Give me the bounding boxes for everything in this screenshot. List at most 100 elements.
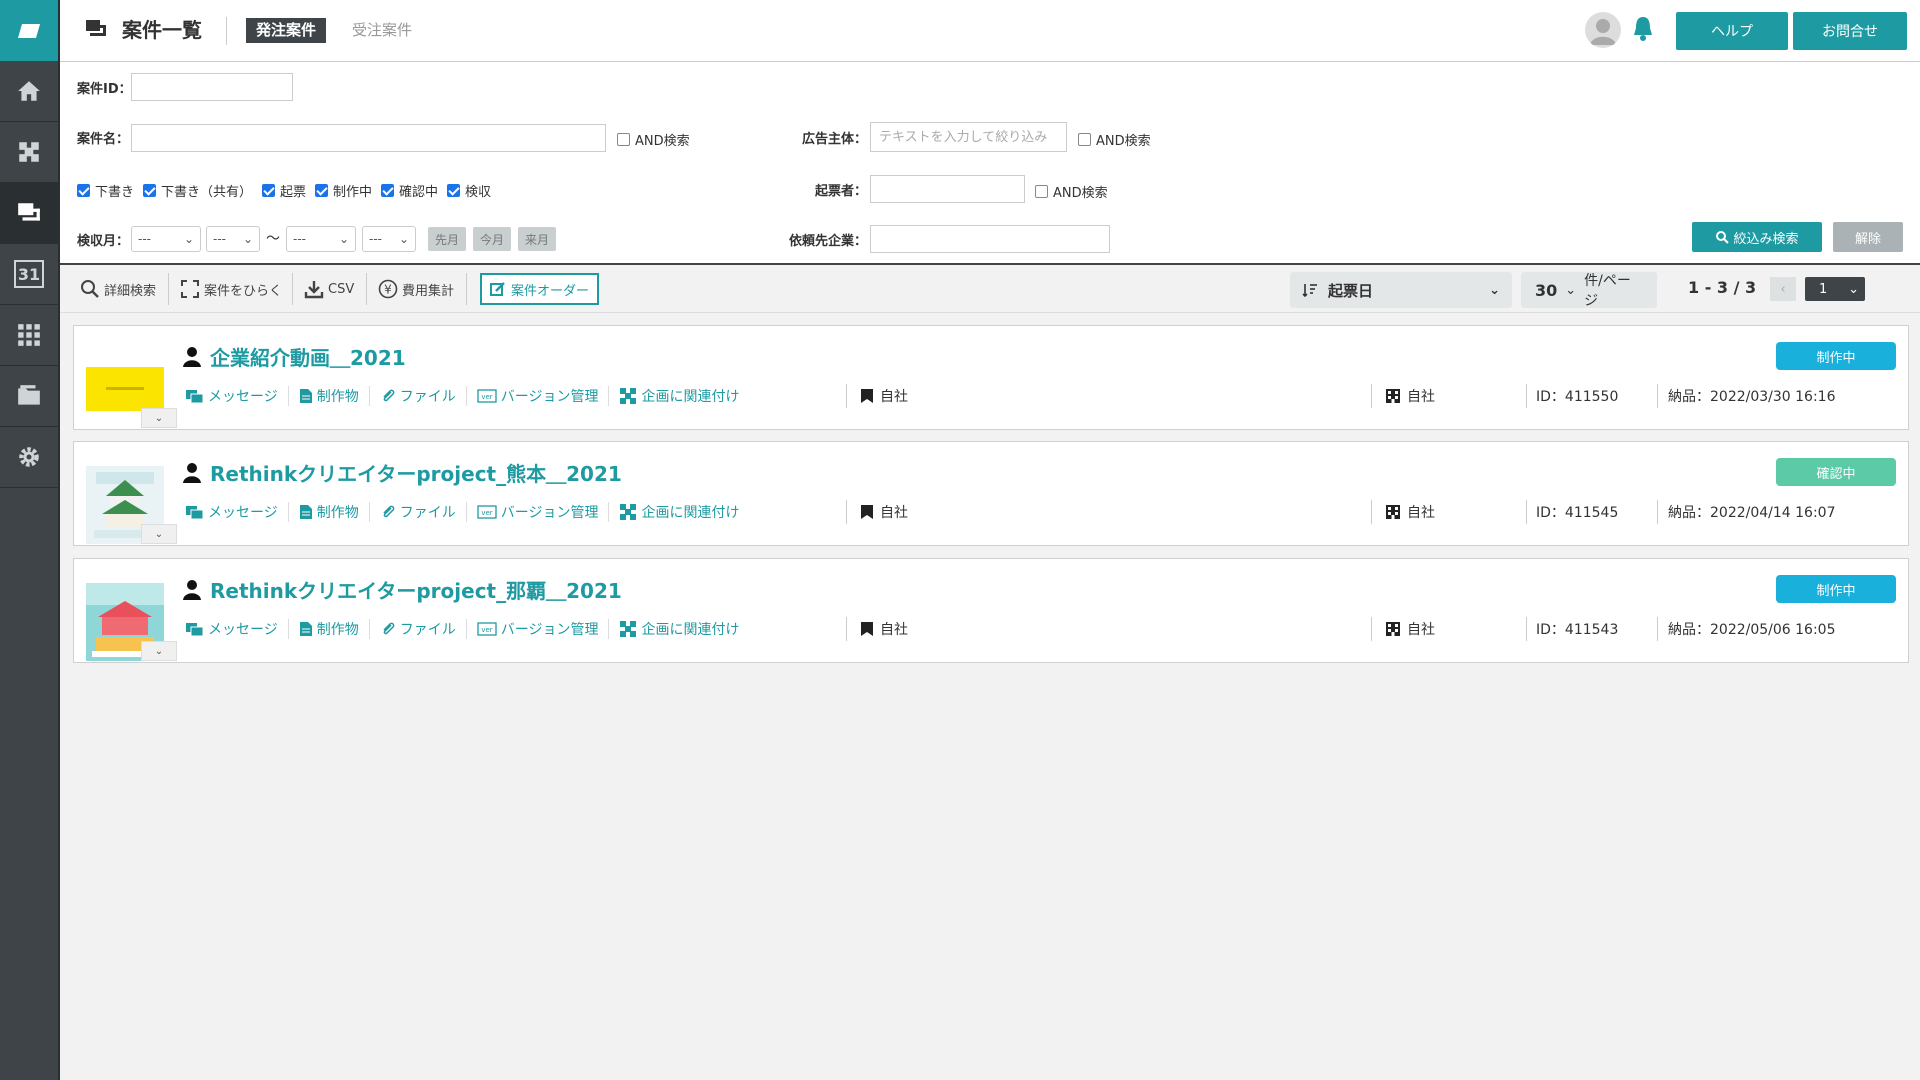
puzzle-icon: [19, 142, 39, 162]
expand-cases-button[interactable]: 案件をひらく: [180, 277, 282, 301]
drafter-input[interactable]: [870, 175, 1025, 203]
page-value: 1: [1819, 281, 1828, 297]
cost-total-button[interactable]: ¥ 費用集計: [378, 277, 454, 301]
per-page-value: 30: [1535, 280, 1558, 300]
clear-button[interactable]: 解除: [1833, 222, 1903, 252]
status-checkbox-draft[interactable]: 下書き: [77, 181, 134, 200]
end-year-select[interactable]: --- ⌄: [286, 226, 356, 252]
advertiser-input[interactable]: [870, 122, 1067, 152]
next-month-button[interactable]: 来月: [518, 227, 556, 251]
status-checkbox-accepted[interactable]: 検収: [447, 181, 491, 200]
link-plan-link[interactable]: 企画に関連付け: [609, 502, 749, 522]
sidebar-item-home[interactable]: [0, 61, 58, 122]
link-plan-link[interactable]: 企画に関連付け: [609, 386, 749, 406]
end-month-select[interactable]: --- ⌄: [362, 226, 416, 252]
csv-download-button[interactable]: CSV: [304, 277, 354, 301]
file-link[interactable]: ファイル: [370, 386, 467, 406]
case-title-row[interactable]: Rethinkクリエイターproject_熊本＿2021: [182, 458, 622, 487]
case-id-cell: ID：411545: [1536, 502, 1618, 522]
page-select[interactable]: 1 ⌄: [1805, 277, 1865, 301]
version-link[interactable]: ver バージョン管理: [467, 619, 610, 639]
version-link[interactable]: ver バージョン管理: [467, 386, 610, 406]
case-links: メッセージ 制作物 ファイル ver バージョン管理 企画に関連付け: [176, 386, 749, 406]
page-title-group: 案件一覧: [82, 14, 202, 43]
link-plan-link[interactable]: 企画に関連付け: [609, 619, 749, 639]
detail-search-button[interactable]: 詳細検索: [80, 277, 156, 301]
file-link[interactable]: ファイル: [370, 502, 467, 522]
contact-button[interactable]: お問合せ: [1793, 12, 1907, 50]
expand-toggle[interactable]: ⌄: [141, 641, 177, 661]
expand-toggle[interactable]: ⌄: [141, 408, 177, 428]
chat-icon: [186, 390, 204, 404]
status-checkbox-filed[interactable]: 起票: [262, 181, 306, 200]
message-link[interactable]: メッセージ: [176, 619, 289, 639]
start-month-select[interactable]: --- ⌄: [206, 226, 260, 252]
prev-month-button[interactable]: 先月: [428, 227, 466, 251]
client-value: 自社: [1407, 622, 1435, 638]
sidebar-item-files[interactable]: [0, 366, 58, 427]
logo[interactable]: [0, 0, 58, 61]
deliverable-link[interactable]: 制作物: [289, 619, 370, 639]
case-card[interactable]: ⌄ Rethinkクリエイターproject_那覇＿2021 メッセージ 制作物…: [73, 558, 1909, 663]
client-cell: 自社: [1385, 502, 1435, 522]
link-label: 企画に関連付け: [641, 622, 740, 638]
chat-icon: [186, 623, 204, 637]
logo-icon: [18, 23, 40, 38]
bookmark-icon: [861, 505, 873, 519]
toolbar: 詳細検索 案件をひらく CSV ¥ 費用集計 案件オーダー 起票日 ⌄ 30 ⌄…: [60, 265, 1920, 313]
document-icon: [299, 505, 312, 519]
home-icon: [18, 81, 40, 101]
filter-search-button[interactable]: 絞込み検索: [1692, 222, 1822, 252]
case-title[interactable]: Rethinkクリエイターproject_熊本＿2021: [210, 458, 622, 487]
status-checkbox-in-production[interactable]: 制作中: [315, 181, 372, 200]
status-label: 確認中: [399, 185, 439, 200]
tab-received-cases[interactable]: 受注案件: [352, 18, 412, 43]
user-icon: [183, 346, 201, 367]
case-id-input[interactable]: [131, 73, 293, 101]
notification-bell[interactable]: [1632, 14, 1654, 48]
divider: [1371, 617, 1372, 641]
case-title-row[interactable]: 企業紹介動画＿2021: [182, 342, 406, 371]
deliverable-link[interactable]: 制作物: [289, 386, 370, 406]
tab-order-cases[interactable]: 発注案件: [246, 18, 327, 43]
link-label: バージョン管理: [500, 389, 599, 405]
case-card[interactable]: ⌄ Rethinkクリエイターproject_熊本＿2021 メッセージ 制作物…: [73, 441, 1909, 546]
expand-toggle[interactable]: ⌄: [141, 524, 177, 544]
sidebar-item-calendar[interactable]: 31: [0, 244, 58, 305]
case-title[interactable]: 企業紹介動画＿2021: [210, 342, 406, 371]
drafter-and-checkbox[interactable]: AND検索: [1035, 182, 1108, 201]
detail-search-label: 詳細検索: [104, 283, 157, 299]
case-id-value: ID：411545: [1536, 505, 1619, 521]
thumbnail-image: [86, 367, 164, 411]
case-order-button[interactable]: 案件オーダー: [480, 273, 600, 305]
sort-select[interactable]: 起票日 ⌄: [1290, 272, 1512, 308]
per-page-select[interactable]: 30 ⌄ 件/ページ: [1521, 272, 1657, 309]
avatar[interactable]: [1585, 12, 1621, 48]
case-name-and-checkbox[interactable]: AND検索: [617, 130, 690, 149]
sidebar-item-settings[interactable]: [0, 427, 58, 488]
status-checkbox-draft-shared[interactable]: 下書き（共有）: [143, 181, 252, 200]
status-checkbox-reviewing[interactable]: 確認中: [381, 181, 438, 200]
case-title[interactable]: Rethinkクリエイターproject_那覇＿2021: [210, 575, 622, 604]
case-card[interactable]: ⌄ 企業紹介動画＿2021 メッセージ 制作物 ファイル ver バージョン管理: [73, 325, 1909, 430]
message-link[interactable]: メッセージ: [176, 386, 289, 406]
sidebar-item-projects[interactable]: [0, 183, 58, 244]
help-button[interactable]: ヘルプ: [1676, 12, 1788, 50]
case-name-input[interactable]: [131, 124, 606, 152]
advertiser-and-checkbox[interactable]: AND検索: [1078, 130, 1151, 149]
client-company-input[interactable]: [870, 225, 1110, 253]
case-title-row[interactable]: Rethinkクリエイターproject_那覇＿2021: [182, 575, 622, 604]
prev-page-button[interactable]: ‹: [1770, 277, 1796, 301]
start-year-select[interactable]: --- ⌄: [131, 226, 201, 252]
deliverable-link[interactable]: 制作物: [289, 502, 370, 522]
this-month-button[interactable]: 今月: [473, 227, 511, 251]
advertiser-value: 自社: [880, 622, 908, 638]
sidebar-item-apps[interactable]: [0, 305, 58, 366]
message-link[interactable]: メッセージ: [176, 502, 289, 522]
building-icon: [1386, 389, 1400, 403]
version-link[interactable]: ver バージョン管理: [467, 502, 610, 522]
sidebar-item-plans[interactable]: [0, 122, 58, 183]
svg-text:ver: ver: [481, 393, 492, 401]
file-link[interactable]: ファイル: [370, 619, 467, 639]
building-icon: [1386, 622, 1400, 636]
